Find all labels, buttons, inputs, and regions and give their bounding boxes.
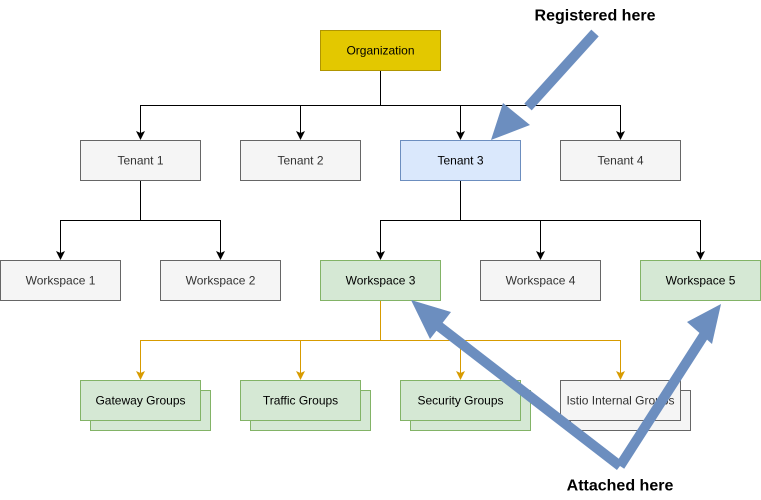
node-label: Tenant 1 [117, 154, 163, 168]
node-label: Workspace 1 [26, 274, 96, 288]
node-tenant-1[interactable]: Tenant 1 [80, 140, 201, 181]
node-gateway-groups[interactable]: Gateway Groups [80, 380, 211, 431]
node-tenant-3[interactable]: Tenant 3 [400, 140, 521, 181]
attached-label: Attached here [567, 478, 674, 495]
edges-tenant3-to-workspaces [376, 180, 705, 260]
node-tenant-2[interactable]: Tenant 2 [240, 140, 361, 181]
node-workspace-2[interactable]: Workspace 2 [160, 260, 281, 301]
node-label: Security Groups [417, 394, 503, 408]
node-workspace-5[interactable]: Workspace 5 [640, 260, 761, 301]
edges-workspace3-to-groups [136, 300, 625, 380]
hierarchy-diagram: Organization Tenant 1 Tenant 2 Tenant 3 … [0, 8, 761, 495]
node-organization[interactable]: Organization [320, 30, 441, 71]
node-label: Organization [346, 44, 414, 58]
node-label: Workspace 3 [346, 274, 416, 288]
node-tenant-4[interactable]: Tenant 4 [560, 140, 681, 181]
node-traffic-groups[interactable]: Traffic Groups [240, 380, 371, 431]
registered-arrowhead [491, 103, 530, 140]
node-label: Workspace 2 [186, 274, 256, 288]
registered-label: Registered here [535, 8, 656, 25]
node-label: Workspace 4 [506, 274, 576, 288]
edges-tenant1-to-workspaces [56, 180, 225, 260]
node-label: Tenant 2 [277, 154, 323, 168]
node-workspace-3[interactable]: Workspace 3 [320, 260, 441, 301]
registered-arrow-shaft [524, 29, 599, 111]
node-label: Workspace 5 [666, 274, 736, 288]
node-workspace-1[interactable]: Workspace 1 [0, 260, 121, 301]
callout-registered: Registered here [491, 8, 656, 140]
node-label: Gateway Groups [95, 394, 185, 408]
node-workspace-4[interactable]: Workspace 4 [480, 260, 601, 301]
node-label: Tenant 4 [597, 154, 643, 168]
node-label: Traffic Groups [263, 394, 338, 408]
node-label: Tenant 3 [437, 154, 483, 168]
